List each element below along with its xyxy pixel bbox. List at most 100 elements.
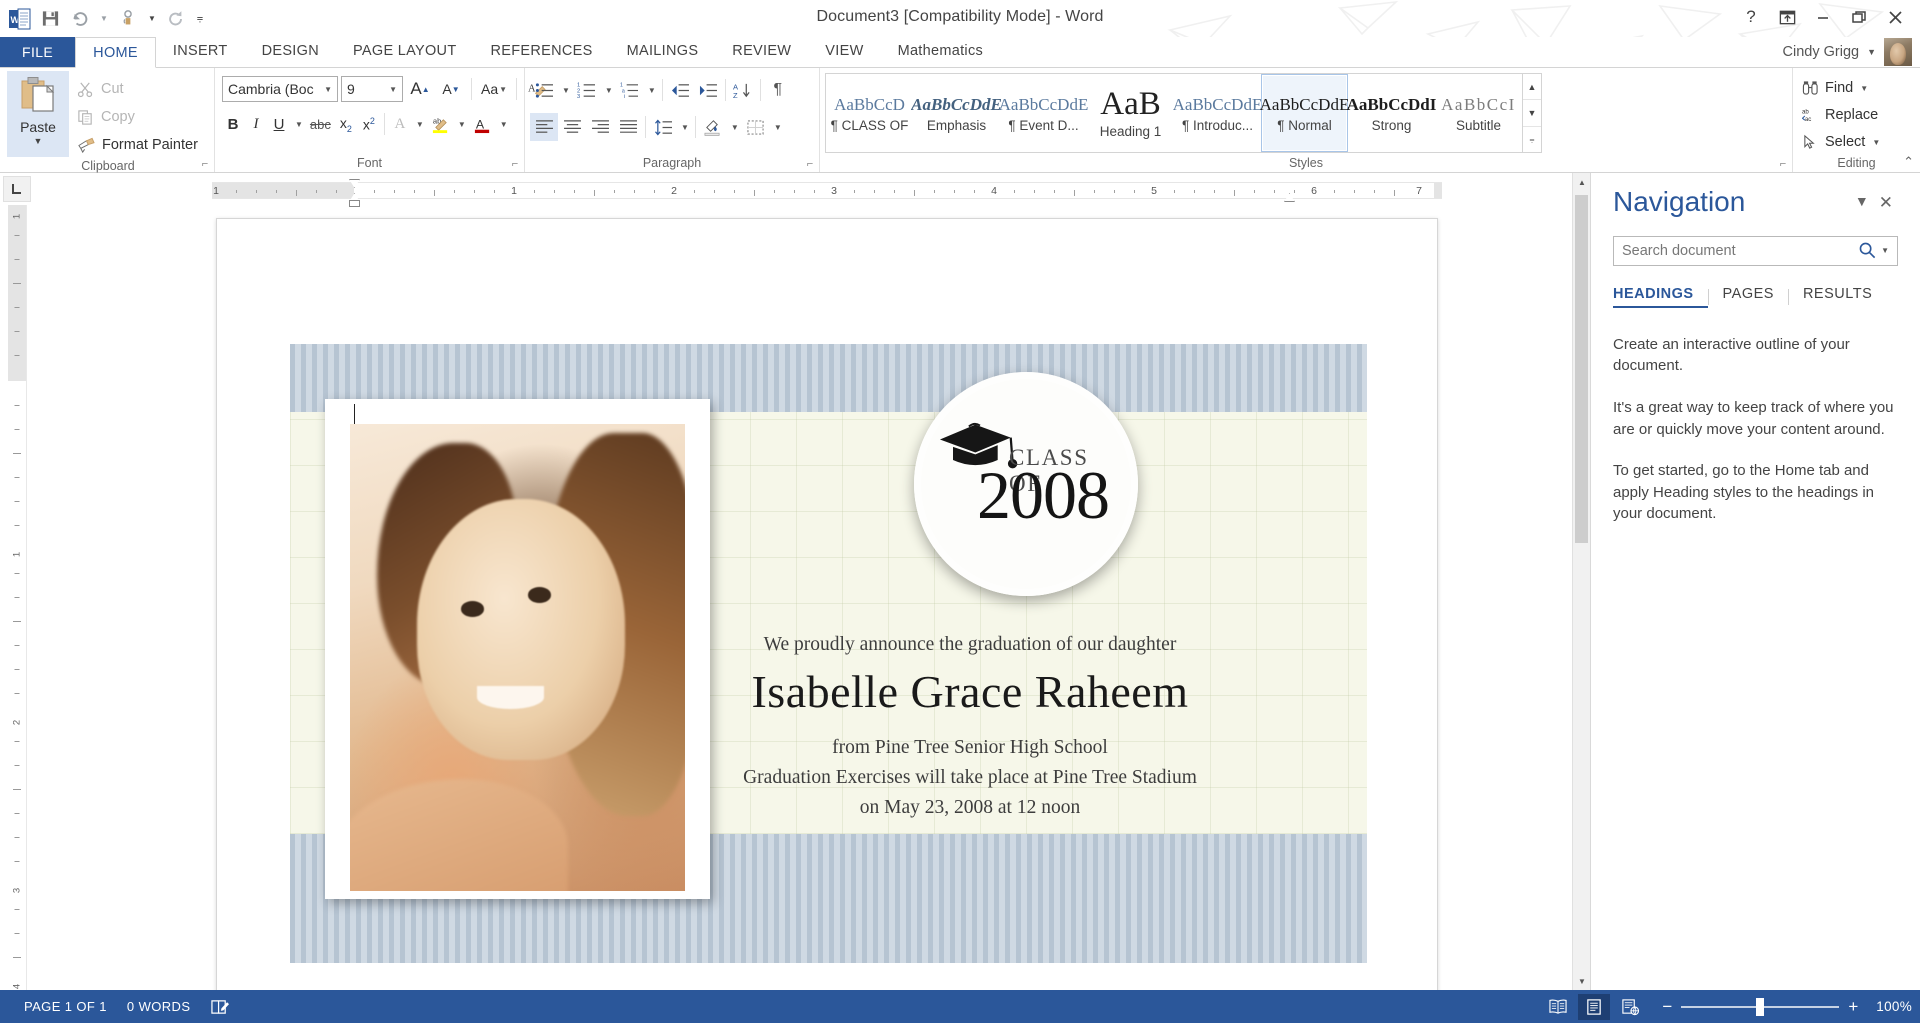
document-page[interactable]: CLASS OF 2008: [216, 218, 1438, 990]
zoom-track[interactable]: [1681, 1006, 1839, 1008]
web-layout-button[interactable]: [1614, 994, 1646, 1020]
text-effects-dropdown-icon[interactable]: ▼: [412, 110, 427, 138]
search-input[interactable]: [1622, 243, 1858, 259]
navigation-tabs[interactable]: HEADINGS PAGES RESULTS: [1613, 286, 1898, 308]
replace-button[interactable]: ab ac Replace: [1802, 103, 1880, 127]
italic-button[interactable]: I: [245, 110, 267, 138]
styles-scroll-up-icon[interactable]: ▲: [1523, 74, 1541, 100]
student-photo-frame[interactable]: [325, 399, 710, 899]
underline-dropdown-icon[interactable]: ▼: [291, 110, 306, 138]
align-left-button[interactable]: [530, 113, 558, 141]
find-button[interactable]: Find ▼: [1802, 76, 1880, 100]
customize-quick-access-icon[interactable]: ⩦: [192, 5, 208, 33]
close-icon[interactable]: [1878, 2, 1912, 32]
zoom-level-label[interactable]: 100%: [1870, 999, 1912, 1014]
tab-mailings[interactable]: MAILINGS: [610, 36, 716, 66]
tab-page-layout[interactable]: PAGE LAYOUT: [336, 36, 473, 66]
shading-button[interactable]: [699, 113, 727, 141]
navigation-search-box[interactable]: ▼: [1613, 236, 1898, 266]
zoom-slider[interactable]: − +: [1650, 998, 1866, 1015]
word-count[interactable]: 0 WORDS: [117, 990, 200, 1023]
ribbon-display-options-icon[interactable]: [1770, 2, 1804, 32]
align-right-button[interactable]: [586, 113, 614, 141]
touch-mode-dropdown-icon[interactable]: ▼: [144, 5, 160, 33]
increase-indent-button[interactable]: [694, 76, 722, 104]
right-indent-marker[interactable]: [1284, 193, 1295, 202]
zoom-in-button[interactable]: +: [1848, 998, 1858, 1015]
sort-button[interactable]: A Z: [729, 76, 757, 104]
grow-font-button[interactable]: A▲: [406, 75, 434, 103]
restore-icon[interactable]: [1842, 2, 1876, 32]
font-name-dropdown-icon[interactable]: ▼: [321, 85, 335, 94]
style-item-introduction[interactable]: AaBbCcDdE ¶ Introduc...: [1174, 74, 1261, 152]
format-painter-button[interactable]: Format Painter: [77, 133, 198, 157]
change-case-button[interactable]: Aa▼: [478, 75, 510, 103]
styles-dialog-launcher[interactable]: ⌐: [1776, 157, 1790, 171]
document-scroll-region[interactable]: CLASS OF 2008: [34, 205, 1590, 990]
strikethrough-button[interactable]: abc: [307, 110, 334, 138]
font-color-dropdown-icon[interactable]: ▼: [496, 110, 511, 138]
numbering-dropdown-icon[interactable]: ▼: [601, 76, 616, 104]
style-item-heading-1[interactable]: AaB Heading 1: [1087, 74, 1174, 152]
shrink-font-button[interactable]: A▼: [437, 75, 465, 103]
ruler-bar[interactable]: 1 1: [212, 182, 1442, 199]
undo-dropdown-icon[interactable]: ▼: [96, 5, 112, 33]
window-controls[interactable]: ?: [1734, 2, 1912, 32]
class-of-2008-seal[interactable]: CLASS OF 2008: [914, 372, 1138, 596]
borders-dropdown-icon[interactable]: ▼: [770, 113, 785, 141]
subscript-button[interactable]: x2: [335, 110, 357, 138]
justify-button[interactable]: [614, 113, 642, 141]
nav-tab-results[interactable]: RESULTS: [1803, 286, 1886, 308]
read-mode-button[interactable]: [1542, 994, 1574, 1020]
tab-mathematics[interactable]: Mathematics: [881, 36, 1001, 66]
font-name-combo[interactable]: Cambria (Boc ▼: [222, 76, 338, 102]
highlight-dropdown-icon[interactable]: ▼: [454, 110, 469, 138]
select-dropdown-icon[interactable]: ▼: [1872, 138, 1880, 147]
find-dropdown-icon[interactable]: ▼: [1860, 84, 1868, 93]
styles-more-icon[interactable]: ⩦: [1523, 127, 1541, 152]
ribbon-tab-bar[interactable]: FILE HOME INSERT DESIGN PAGE LAYOUT REFE…: [0, 37, 1920, 67]
cut-button[interactable]: Cut: [77, 77, 198, 101]
help-icon[interactable]: ?: [1734, 2, 1768, 32]
underline-button[interactable]: U: [268, 110, 290, 138]
font-size-dropdown-icon[interactable]: ▼: [386, 85, 400, 94]
user-dropdown-icon[interactable]: ▼: [1867, 47, 1876, 57]
tab-insert[interactable]: INSERT: [156, 36, 245, 66]
shading-dropdown-icon[interactable]: ▼: [727, 113, 742, 141]
align-center-button[interactable]: [558, 113, 586, 141]
styles-scroll-down-icon[interactable]: ▼: [1523, 100, 1541, 126]
copy-button[interactable]: Copy: [77, 105, 198, 129]
document-vertical-scrollbar[interactable]: ▲ ▼: [1572, 173, 1590, 990]
minimize-icon[interactable]: [1806, 2, 1840, 32]
horizontal-ruler[interactable]: 1 1: [34, 182, 1590, 203]
search-icon[interactable]: [1858, 241, 1877, 260]
save-icon[interactable]: [36, 5, 64, 33]
numbering-button[interactable]: 123: [573, 76, 601, 104]
style-item-subtitle[interactable]: AaBbCcI Subtitle: [1435, 74, 1522, 152]
style-item-class-of[interactable]: AaBbCcD ¶ CLASS OF: [826, 74, 913, 152]
font-dialog-launcher[interactable]: ⌐: [508, 157, 522, 171]
vertical-ruler[interactable]: 1 1 2: [8, 205, 27, 990]
decrease-indent-button[interactable]: [666, 76, 694, 104]
select-button[interactable]: Select ▼: [1802, 130, 1880, 154]
user-account-area[interactable]: Cindy Grigg ▼: [1783, 37, 1912, 67]
paste-button[interactable]: Paste ▼: [7, 71, 69, 157]
style-item-strong[interactable]: AaBbCcDdI Strong: [1348, 74, 1435, 152]
repeat-icon[interactable]: [162, 5, 190, 33]
tab-review[interactable]: REVIEW: [715, 36, 808, 66]
card-text-block[interactable]: We proudly announce the graduation of ou…: [600, 634, 1340, 824]
tab-view[interactable]: VIEW: [808, 36, 880, 66]
borders-button[interactable]: [742, 113, 770, 141]
style-item-event-details[interactable]: AaBbCcDdE ¶ Event D...: [1000, 74, 1087, 152]
avatar[interactable]: [1884, 38, 1912, 66]
font-size-combo[interactable]: 9 ▼: [341, 76, 403, 102]
page-indicator[interactable]: PAGE 1 OF 1: [14, 990, 117, 1023]
scroll-down-icon[interactable]: ▼: [1573, 972, 1590, 990]
navigation-options-icon[interactable]: ▼: [1850, 187, 1874, 209]
print-layout-button[interactable]: [1578, 994, 1610, 1020]
styles-gallery-scroll[interactable]: ▲ ▼ ⩦: [1522, 74, 1541, 152]
navigation-close-icon[interactable]: ✕: [1874, 187, 1898, 213]
font-color-button[interactable]: A: [470, 110, 495, 138]
quick-access-toolbar[interactable]: W: [0, 0, 208, 37]
superscript-button[interactable]: x2: [358, 110, 380, 138]
